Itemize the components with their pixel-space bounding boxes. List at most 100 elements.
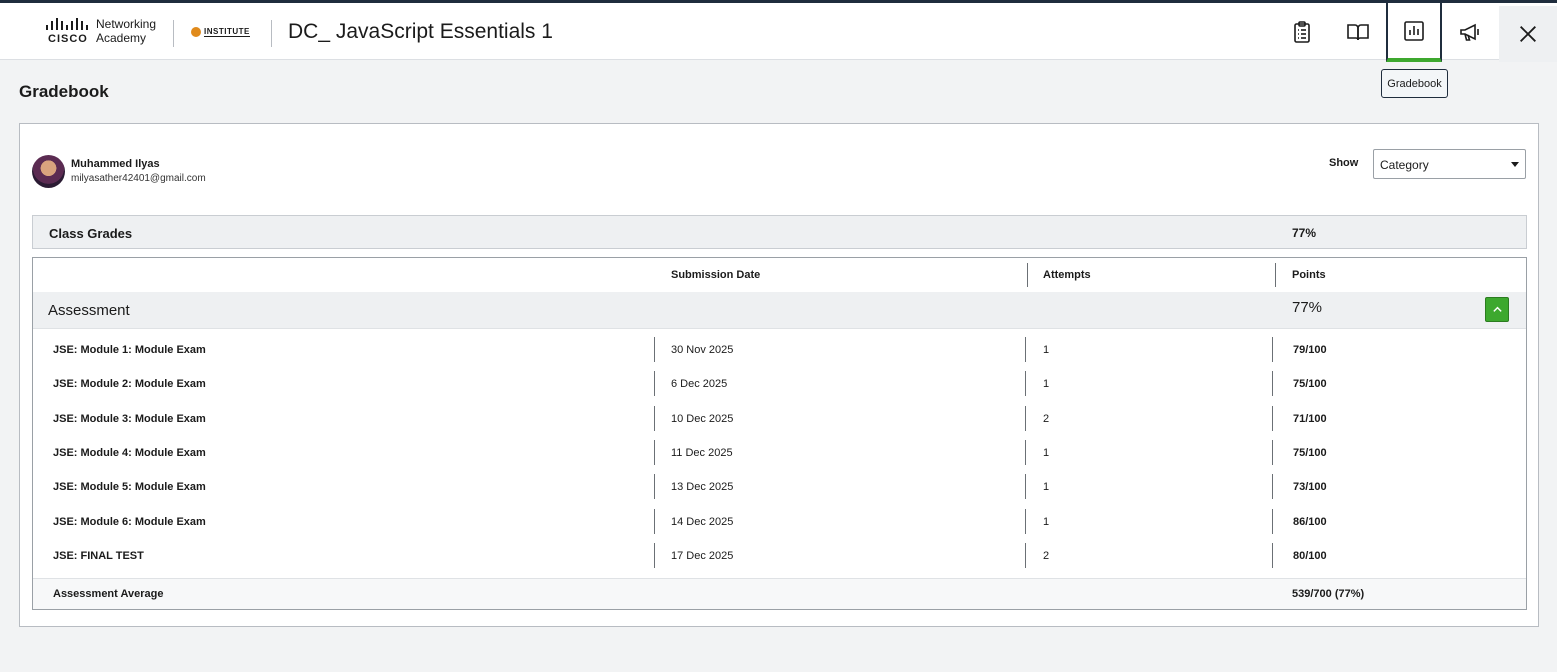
- networking-academy-text: Networking Academy: [96, 17, 157, 45]
- row-attempts: 1: [1043, 447, 1050, 459]
- cell-divider: [1025, 337, 1026, 362]
- cell-divider: [1272, 474, 1273, 499]
- course-book-button[interactable]: [1330, 3, 1386, 60]
- row-attempts: 2: [1043, 413, 1050, 425]
- class-grades-value: 77%: [1292, 226, 1317, 240]
- clipboard-list-icon: [1294, 20, 1310, 43]
- row-points: 86/100: [1293, 516, 1327, 528]
- row-submission-date: 11 Dec 2025: [671, 447, 733, 459]
- class-grades-row: Class Grades 77%: [32, 215, 1527, 249]
- table-row: JSE: Module 1: Module Exam 30 Nov 2025 1…: [33, 334, 1526, 368]
- header-attempts: Attempts: [1043, 269, 1091, 281]
- course-title: DC_ JavaScript Essentials 1: [288, 20, 553, 43]
- gradebook-button[interactable]: [1386, 3, 1442, 62]
- row-points: 79/100: [1293, 344, 1327, 356]
- cisco-networking-academy-logo[interactable]: CISCO Networking Academy: [46, 16, 164, 48]
- assessment-section-row: Assessment 77%: [33, 292, 1526, 329]
- row-submission-date: 14 Dec 2025: [671, 516, 734, 528]
- collapse-button[interactable]: [1485, 297, 1509, 322]
- cell-divider: [1272, 337, 1273, 362]
- row-assessment-name: JSE: Module 3: Module Exam: [53, 413, 206, 425]
- row-points: 75/100: [1293, 447, 1327, 459]
- user-email: milyasather42401@gmail.com: [71, 173, 206, 184]
- header-divider: [1027, 263, 1028, 287]
- row-attempts: 1: [1043, 344, 1050, 356]
- row-points: 73/100: [1293, 481, 1327, 493]
- row-submission-date: 17 Dec 2025: [671, 550, 734, 562]
- header-divider: [173, 20, 174, 47]
- table-row: JSE: Module 4: Module Exam 11 Dec 2025 1…: [33, 437, 1526, 471]
- cell-divider: [654, 337, 655, 362]
- header-points: Points: [1292, 269, 1326, 281]
- bar-chart-icon: [1404, 20, 1424, 41]
- cell-divider: [654, 406, 655, 431]
- row-submission-date: 13 Dec 2025: [671, 481, 734, 493]
- average-label: Assessment Average: [53, 588, 164, 600]
- avatar: [32, 155, 65, 188]
- row-attempts: 1: [1043, 516, 1050, 528]
- book-open-icon: [1347, 23, 1369, 40]
- cell-divider: [1272, 406, 1273, 431]
- row-submission-date: 30 Nov 2025: [671, 344, 734, 356]
- cell-divider: [654, 509, 655, 534]
- close-icon: [1520, 26, 1536, 42]
- grades-table: Submission Date Attempts Points Assessme…: [32, 257, 1527, 610]
- chevron-down-icon: [1511, 162, 1519, 167]
- row-points: 75/100: [1293, 378, 1327, 390]
- cell-divider: [1025, 406, 1026, 431]
- gradebook-card: Muhammed Ilyas milyasather42401@gmail.co…: [19, 123, 1539, 627]
- row-attempts: 1: [1043, 378, 1050, 390]
- cell-divider: [1025, 371, 1026, 396]
- cell-divider: [1272, 440, 1273, 465]
- announcements-button[interactable]: [1442, 3, 1498, 60]
- cell-divider: [1025, 509, 1026, 534]
- top-bar: CISCO Networking Academy INSTITUTE DC_ J…: [0, 0, 1557, 62]
- megaphone-icon: [1460, 23, 1479, 41]
- table-row: JSE: Module 5: Module Exam 13 Dec 2025 1…: [33, 471, 1526, 505]
- cell-divider: [1272, 371, 1273, 396]
- chevron-up-icon: [1492, 306, 1502, 312]
- row-assessment-name: JSE: Module 4: Module Exam: [53, 447, 206, 459]
- cell-divider: [1272, 509, 1273, 534]
- cell-divider: [654, 474, 655, 499]
- row-submission-date: 10 Dec 2025: [671, 413, 734, 425]
- row-attempts: 2: [1043, 550, 1050, 562]
- close-button[interactable]: [1499, 6, 1557, 62]
- average-value: 539/700 (77%): [1292, 588, 1365, 600]
- cell-divider: [1025, 474, 1026, 499]
- table-row: JSE: FINAL TEST 17 Dec 2025 2 80/100: [33, 540, 1526, 574]
- class-grades-label: Class Grades: [49, 226, 133, 241]
- cell-divider: [654, 371, 655, 396]
- show-select-value: Category: [1380, 158, 1429, 172]
- row-points: 80/100: [1293, 550, 1327, 562]
- cell-divider: [654, 543, 655, 568]
- row-assessment-name: JSE: Module 6: Module Exam: [53, 516, 206, 528]
- row-attempts: 1: [1043, 481, 1050, 493]
- institute-dot-icon: [191, 27, 201, 37]
- institute-logo: INSTITUTE: [191, 27, 250, 37]
- page-title: Gradebook: [19, 82, 109, 101]
- row-assessment-name: JSE: Module 2: Module Exam: [53, 378, 206, 390]
- cisco-wordmark: CISCO: [48, 33, 88, 45]
- section-label: Assessment: [48, 302, 130, 319]
- table-row: JSE: Module 6: Module Exam 14 Dec 2025 1…: [33, 506, 1526, 540]
- row-assessment-name: JSE: Module 5: Module Exam: [53, 481, 206, 493]
- header-submission-date: Submission Date: [671, 269, 761, 281]
- cell-divider: [1272, 543, 1273, 568]
- clipboard-list-button[interactable]: [1274, 3, 1330, 60]
- cell-divider: [1025, 543, 1026, 568]
- row-submission-date: 6 Dec 2025: [671, 378, 728, 390]
- show-select[interactable]: Category: [1373, 149, 1526, 179]
- cell-divider: [1025, 440, 1026, 465]
- user-name: Muhammed Ilyas: [71, 158, 160, 170]
- assessment-average-row: Assessment Average 539/700 (77%): [33, 578, 1526, 609]
- section-value: 77%: [1292, 299, 1323, 316]
- row-points: 71/100: [1293, 413, 1327, 425]
- show-label: Show: [1329, 157, 1359, 169]
- gradebook-tooltip: Gradebook: [1381, 69, 1448, 98]
- cell-divider: [654, 440, 655, 465]
- row-assessment-name: JSE: Module 1: Module Exam: [53, 344, 206, 356]
- table-row: JSE: Module 2: Module Exam 6 Dec 2025 1 …: [33, 368, 1526, 402]
- header-divider: [271, 20, 272, 47]
- table-row: JSE: Module 3: Module Exam 10 Dec 2025 2…: [33, 403, 1526, 437]
